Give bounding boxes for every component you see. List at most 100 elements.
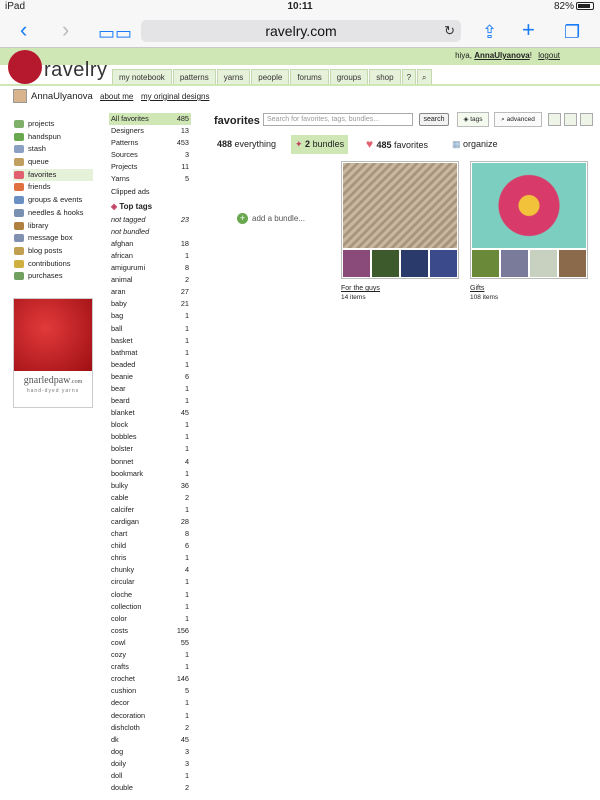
tag-filter[interactable]: bolster 1 (109, 443, 191, 455)
search-icon[interactable]: ⌕ (417, 69, 432, 84)
tag-filter[interactable]: dishcloth 2 (109, 722, 191, 734)
tag-filter[interactable]: bathmat 1 (109, 347, 191, 359)
sidebar-item-handspun[interactable]: handspun (13, 131, 93, 144)
bookmarks-icon[interactable]: ▭▭ (98, 22, 132, 44)
sidebar-item-blog-posts[interactable]: blog posts (13, 245, 93, 258)
tag-filter[interactable]: crochet 146 (109, 673, 191, 685)
bundle-card[interactable]: Gifts 108 items (470, 161, 588, 301)
tag-filter[interactable]: dog 3 (109, 746, 191, 758)
sidebar-item-projects[interactable]: projects (13, 118, 93, 131)
sidebar-ad[interactable]: gnarledpaw.com hand-dyed yarns (13, 298, 93, 408)
bundle-card[interactable]: For the guys 14 items (341, 161, 459, 301)
avatar[interactable] (13, 89, 27, 103)
special-tag-filter[interactable]: not tagged 23 (109, 214, 191, 226)
tag-filter[interactable]: doily 3 (109, 758, 191, 770)
sidebar-item-favorites[interactable]: favorites (13, 168, 93, 182)
bundle-name[interactable]: For the guys (341, 285, 459, 292)
category-filter[interactable]: Sources 3 (109, 149, 191, 161)
greeting-user-link[interactable]: AnnaUlyanova (474, 51, 530, 60)
tag-filter[interactable]: blanket 45 (109, 407, 191, 419)
add-bundle-link[interactable]: + add a bundle... (237, 213, 305, 224)
tag-filter[interactable]: chart 8 (109, 528, 191, 540)
tag-filter[interactable]: color 1 (109, 613, 191, 625)
tag-filter[interactable]: cloche 1 (109, 589, 191, 601)
nav-patterns[interactable]: patterns (172, 69, 216, 84)
tag-filter[interactable]: chris 1 (109, 552, 191, 564)
tag-filter[interactable]: bag 1 (109, 310, 191, 322)
reload-icon[interactable]: ↻ (444, 20, 455, 42)
category-filter[interactable]: Yarns 5 (109, 173, 191, 185)
nav-groups[interactable]: groups (329, 69, 369, 84)
tag-filter[interactable]: beard 1 (109, 395, 191, 407)
nav-forums[interactable]: forums (290, 69, 329, 84)
tag-filter[interactable]: block 1 (109, 419, 191, 431)
view-thumbs-icon[interactable] (580, 113, 593, 126)
tabs-icon[interactable]: ❐ (564, 21, 580, 43)
nav-shop[interactable]: shop (369, 69, 401, 84)
category-filter[interactable]: Clipped ads (109, 186, 191, 198)
tag-filter[interactable]: dk 45 (109, 734, 191, 746)
tag-filter[interactable]: african 1 (109, 250, 191, 262)
nav-people[interactable]: people (251, 69, 290, 84)
tags-button[interactable]: ◈ tags (457, 112, 489, 127)
nav-yarns[interactable]: yarns (216, 69, 251, 84)
tag-filter[interactable]: circular 1 (109, 576, 191, 588)
category-filter[interactable]: Patterns 453 (109, 137, 191, 149)
tag-filter[interactable]: bookmark 1 (109, 468, 191, 480)
original-designs-link[interactable]: my original designs (141, 92, 209, 101)
sidebar-item-purchases[interactable]: purchases (13, 270, 93, 283)
tag-filter[interactable]: doll 1 (109, 770, 191, 782)
tag-filter[interactable]: animal 2 (109, 274, 191, 286)
tag-filter[interactable]: bonnet 4 (109, 456, 191, 468)
tag-filter[interactable]: chunky 4 (109, 564, 191, 576)
tag-filter[interactable]: cushion 5 (109, 685, 191, 697)
tag-filter[interactable]: amigurumi 8 (109, 262, 191, 274)
tag-filter[interactable]: beaded 1 (109, 359, 191, 371)
sidebar-item-friends[interactable]: friends (13, 181, 93, 194)
tag-filter[interactable]: double 2 (109, 782, 191, 794)
tag-filter[interactable]: basket 1 (109, 335, 191, 347)
back-icon[interactable]: ‹ (20, 19, 27, 41)
about-me-link[interactable]: about me (100, 92, 133, 101)
favorites-search-input[interactable]: Search for favorites, tags, bundles... (263, 113, 413, 126)
organize-link[interactable]: ▦ organize (452, 135, 498, 154)
address-bar[interactable]: ravelry.com ↻ (141, 20, 461, 42)
tag-filter[interactable]: cozy 1 (109, 649, 191, 661)
tag-filter[interactable]: bulky 36 (109, 480, 191, 492)
tag-filter[interactable]: bobbles 1 (109, 431, 191, 443)
view-list-icon[interactable] (548, 113, 561, 126)
sidebar-item-stash[interactable]: stash (13, 143, 93, 156)
new-tab-icon[interactable]: + (522, 19, 535, 41)
tag-filter[interactable]: crafts 1 (109, 661, 191, 673)
tag-filter[interactable]: costs 156 (109, 625, 191, 637)
share-icon[interactable]: ⇪ (482, 21, 497, 43)
count-bundles[interactable]: ✦ 2 bundles (291, 135, 349, 154)
category-filter[interactable]: Projects 11 (109, 161, 191, 173)
tag-filter[interactable]: baby 21 (109, 298, 191, 310)
sidebar-item-contributions[interactable]: contributions (13, 258, 93, 271)
forward-icon[interactable]: › (62, 19, 69, 41)
tag-filter[interactable]: cardigan 28 (109, 516, 191, 528)
tag-filter[interactable]: decor 1 (109, 697, 191, 709)
special-tag-filter[interactable]: not bundled (109, 226, 191, 238)
sidebar-item-groups-events[interactable]: groups & events (13, 194, 93, 207)
tag-filter[interactable]: bear 1 (109, 383, 191, 395)
tag-filter[interactable]: cable 2 (109, 492, 191, 504)
search-button[interactable]: search (419, 113, 449, 126)
tag-filter[interactable]: cowl 55 (109, 637, 191, 649)
tag-filter[interactable]: calcifer 1 (109, 504, 191, 516)
sidebar-item-needles-hooks[interactable]: needles & hooks (13, 207, 93, 220)
bundle-name[interactable]: Gifts (470, 285, 588, 292)
view-grid-icon[interactable] (564, 113, 577, 126)
sidebar-item-queue[interactable]: queue (13, 156, 93, 169)
advanced-button[interactable]: ⌕ advanced (494, 112, 542, 127)
tag-filter[interactable]: afghan 18 (109, 238, 191, 250)
count-favorites[interactable]: ♥ 485 favorites (366, 135, 428, 154)
sidebar-item-message-box[interactable]: message box (13, 232, 93, 245)
tag-filter[interactable]: beanie 6 (109, 371, 191, 383)
sidebar-item-library[interactable]: library (13, 220, 93, 233)
category-filter[interactable]: Designers 13 (109, 125, 191, 137)
nav-my-notebook[interactable]: my notebook (112, 69, 172, 84)
help-icon[interactable]: ? (401, 69, 417, 84)
tag-filter[interactable]: aran 27 (109, 286, 191, 298)
